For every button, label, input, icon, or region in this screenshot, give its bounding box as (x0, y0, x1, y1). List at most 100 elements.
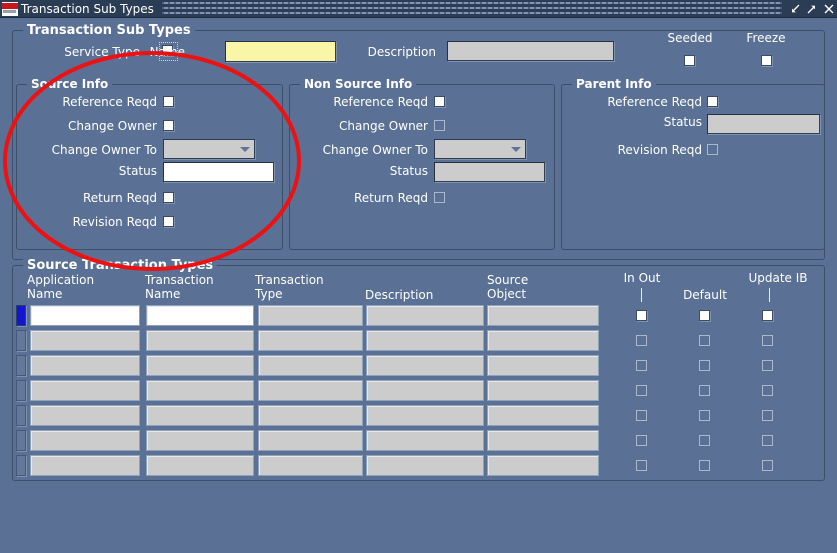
cell-application-name[interactable] (30, 330, 140, 351)
transaction-sub-types-legend: Transaction Sub Types (23, 23, 195, 38)
cell-description[interactable] (366, 330, 484, 351)
row-marker[interactable] (16, 305, 26, 326)
cell-transaction-name[interactable] (146, 355, 254, 376)
checkbox-default[interactable] (699, 310, 710, 321)
source-info-legend: Source Info (27, 77, 113, 91)
cell-description[interactable] (366, 430, 484, 451)
cell-transaction-type[interactable] (258, 455, 363, 476)
cell-transaction-type[interactable] (258, 305, 363, 326)
checkbox-default[interactable] (699, 360, 710, 371)
checkbox-in-out[interactable] (636, 335, 647, 346)
source-return-reqd-checkbox[interactable] (163, 192, 174, 203)
restore-down-button[interactable] (786, 1, 803, 17)
source-status-input[interactable] (163, 162, 274, 182)
column-header-source-object: Source Object (487, 273, 529, 301)
cell-transaction-name[interactable] (146, 330, 254, 351)
row-marker[interactable] (16, 455, 26, 476)
row-marker[interactable] (16, 405, 26, 426)
description-input[interactable] (447, 41, 614, 61)
non-source-change-owner-checkbox[interactable] (434, 120, 445, 131)
chevron-down-icon (511, 147, 521, 152)
cell-source-object[interactable] (487, 455, 599, 476)
maximize-button[interactable] (803, 1, 820, 17)
chevron-down-icon (240, 147, 250, 152)
cell-application-name[interactable] (30, 455, 140, 476)
checkbox-default[interactable] (699, 460, 710, 471)
cell-transaction-type[interactable] (258, 380, 363, 401)
seeded-checkbox[interactable] (684, 55, 695, 66)
non-source-change-owner-to-label: Change Owner To (322, 143, 428, 157)
parent-revision-reqd-checkbox[interactable] (707, 144, 718, 155)
checkbox-default[interactable] (699, 335, 710, 346)
checkbox-update-ib[interactable] (762, 435, 773, 446)
cell-description[interactable] (366, 355, 484, 376)
window-title-bar: Transaction Sub Types (0, 0, 837, 18)
cell-description[interactable] (366, 455, 484, 476)
cell-description[interactable] (366, 405, 484, 426)
parent-reference-reqd-checkbox[interactable] (707, 96, 718, 107)
cell-source-object[interactable] (487, 430, 599, 451)
checkbox-in-out[interactable] (636, 410, 647, 421)
checkbox-in-out[interactable] (636, 460, 647, 471)
cell-transaction-type[interactable] (258, 405, 363, 426)
source-reference-reqd-label: Reference Reqd (62, 95, 157, 109)
oracle-logo-icon (2, 1, 18, 16)
source-return-reqd-label: Return Reqd (82, 191, 157, 205)
checkbox-in-out[interactable] (636, 385, 647, 396)
non-source-status-input[interactable] (434, 162, 545, 182)
cell-application-name[interactable] (30, 430, 140, 451)
row-marker[interactable] (16, 355, 26, 376)
description-label: Description (367, 45, 436, 59)
source-revision-reqd-checkbox[interactable] (163, 216, 174, 227)
row-marker[interactable] (16, 330, 26, 351)
cell-transaction-type[interactable] (258, 330, 363, 351)
non-source-return-reqd-label: Return Reqd (353, 191, 428, 205)
source-reference-reqd-checkbox[interactable] (163, 96, 174, 107)
checkbox-default[interactable] (699, 410, 710, 421)
checkbox-default[interactable] (699, 435, 710, 446)
parent-status-input[interactable] (707, 114, 820, 134)
checkbox-default[interactable] (699, 385, 710, 396)
cell-transaction-type[interactable] (258, 355, 363, 376)
close-button[interactable] (820, 1, 837, 17)
row-marker[interactable] (16, 430, 26, 451)
cell-source-object[interactable] (487, 405, 599, 426)
row-marker[interactable] (16, 380, 26, 401)
source-transaction-types-legend: Source Transaction Types (23, 258, 218, 273)
cell-source-object[interactable] (487, 305, 599, 326)
cell-transaction-name[interactable] (146, 455, 254, 476)
cell-source-object[interactable] (487, 355, 599, 376)
non-source-return-reqd-checkbox[interactable] (434, 192, 445, 203)
checkbox-update-ib[interactable] (762, 410, 773, 421)
cell-description[interactable] (366, 380, 484, 401)
cell-source-object[interactable] (487, 380, 599, 401)
checkbox-update-ib[interactable] (762, 335, 773, 346)
source-change-owner-checkbox[interactable] (163, 120, 174, 131)
cell-description[interactable] (366, 305, 484, 326)
column-header-description: Description (365, 288, 434, 302)
checkbox-in-out[interactable] (636, 360, 647, 371)
checkbox-update-ib[interactable] (762, 460, 773, 471)
cell-transaction-type[interactable] (258, 430, 363, 451)
parent-status-label: Status (663, 115, 702, 129)
checkbox-in-out[interactable] (636, 435, 647, 446)
name-input[interactable] (225, 41, 336, 62)
non-source-change-owner-to-combo[interactable] (434, 139, 526, 159)
cell-application-name[interactable] (30, 380, 140, 401)
cell-source-object[interactable] (487, 330, 599, 351)
source-change-owner-to-combo[interactable] (163, 139, 255, 159)
non-source-reference-reqd-checkbox[interactable] (434, 96, 445, 107)
cell-transaction-name[interactable] (146, 430, 254, 451)
cell-application-name[interactable] (30, 405, 140, 426)
checkbox-update-ib[interactable] (762, 385, 773, 396)
cell-transaction-name[interactable] (146, 405, 254, 426)
name-label: Name (149, 45, 185, 59)
freeze-checkbox[interactable] (761, 55, 772, 66)
checkbox-update-ib[interactable] (762, 360, 773, 371)
checkbox-in-out[interactable] (636, 310, 647, 321)
cell-application-name[interactable] (30, 305, 140, 326)
cell-transaction-name[interactable] (146, 380, 254, 401)
cell-application-name[interactable] (30, 355, 140, 376)
cell-transaction-name[interactable] (146, 305, 254, 326)
checkbox-update-ib[interactable] (762, 310, 773, 321)
